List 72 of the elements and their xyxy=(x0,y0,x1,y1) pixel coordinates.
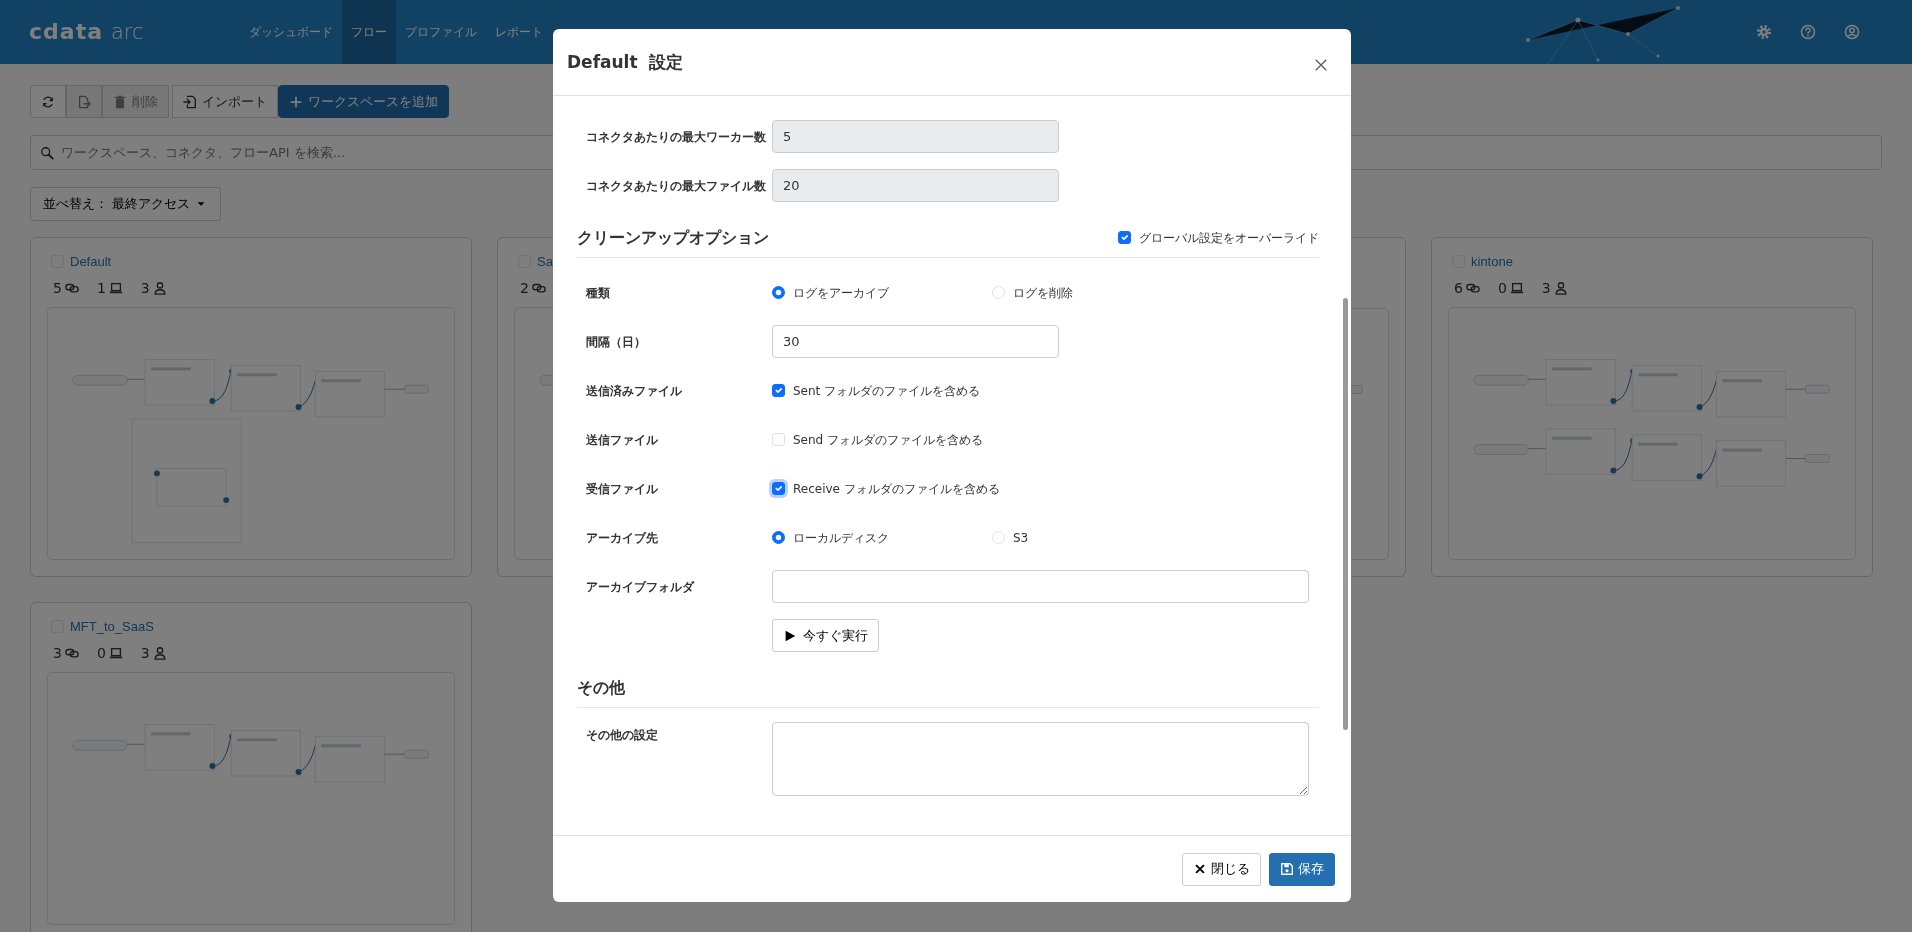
user-count: 3 xyxy=(140,643,150,663)
close-icon xyxy=(1314,57,1328,72)
input-field[interactable] xyxy=(772,570,1309,604)
input-field[interactable]: 20 xyxy=(772,169,1059,202)
field-label: 送信ファイル xyxy=(585,431,659,449)
radio-button[interactable] xyxy=(772,286,785,300)
radio-button[interactable] xyxy=(772,531,785,545)
radio-label[interactable]: S3 xyxy=(1013,528,1029,547)
section-heading: その他 xyxy=(577,678,625,698)
agent-count: 0 xyxy=(96,643,106,663)
link-icon xyxy=(531,281,546,295)
text-area[interactable] xyxy=(772,722,1309,797)
dialog-title: Default 設定 xyxy=(567,51,684,73)
trash-icon xyxy=(113,94,127,109)
agent-count: 0 xyxy=(1497,278,1507,298)
close-button[interactable]: 閉じる xyxy=(1182,852,1261,886)
user-icon xyxy=(1844,24,1860,40)
close-icon xyxy=(1193,862,1207,876)
section-heading: クリーンアップオプション xyxy=(577,228,769,248)
field-label: アーカイブ先 xyxy=(585,529,659,547)
plus-icon xyxy=(289,94,303,109)
user-count: 3 xyxy=(1541,278,1551,298)
laptop-icon xyxy=(1509,281,1524,295)
field-label: 送信済みファイル xyxy=(585,382,683,400)
link-icon xyxy=(1465,281,1480,295)
play-icon xyxy=(783,628,797,643)
refresh-button[interactable] xyxy=(30,85,66,118)
checkbox-label[interactable]: Sent フォルダのファイルを含める xyxy=(793,381,981,400)
input-field[interactable]: 5 xyxy=(772,120,1059,153)
checkbox[interactable] xyxy=(1118,231,1131,245)
radio-label[interactable]: ログを削除 xyxy=(1013,283,1073,302)
radio-label[interactable]: ローカルディスク xyxy=(793,528,889,547)
field-label: コネクタあたりの最大ファイル数 xyxy=(585,177,767,195)
field-label: 受信ファイル xyxy=(585,480,659,498)
field-label: その他の設定 xyxy=(585,727,659,745)
field-label: コネクタあたりの最大ワーカー数 xyxy=(585,128,767,146)
link-icon xyxy=(64,646,79,660)
laptop-icon xyxy=(108,281,123,295)
save-icon xyxy=(1280,862,1294,876)
user-icon xyxy=(152,281,167,295)
user-count: 3 xyxy=(140,278,150,298)
import-button[interactable]: インポート xyxy=(172,85,278,118)
laptop-icon xyxy=(108,646,123,660)
save-button[interactable]: 保存 xyxy=(1269,852,1335,886)
export-icon xyxy=(77,94,91,109)
product-name: arc xyxy=(111,19,144,47)
checkbox[interactable] xyxy=(772,384,785,398)
checkbox[interactable] xyxy=(772,482,785,496)
field-label: 間隔（日） xyxy=(585,333,647,351)
connector-count: 5 xyxy=(53,278,62,298)
settings-icon xyxy=(1756,24,1772,40)
import-icon xyxy=(183,94,197,109)
connector-count: 3 xyxy=(53,643,62,663)
refresh-icon xyxy=(41,94,55,109)
search-icon xyxy=(40,146,54,160)
link-icon xyxy=(64,281,79,295)
checkbox-label[interactable]: Send フォルダのファイルを含める xyxy=(793,430,984,449)
field-label: アーカイブフォルダ xyxy=(585,578,696,596)
connector-count: 2 xyxy=(520,278,529,298)
logo-text: cdata xyxy=(29,18,103,47)
help-icon xyxy=(1800,24,1816,40)
field-label: 種類 xyxy=(585,284,611,302)
checkbox-label[interactable]: Receive フォルダのファイルを含める xyxy=(793,479,1000,498)
user-icon xyxy=(1553,281,1568,295)
input-field[interactable]: 30 xyxy=(772,325,1059,359)
checkbox-label[interactable]: グローバル設定をオーバーライド xyxy=(1139,228,1319,247)
sort-dropdown[interactable]: 並べ替え： 最終アクセス xyxy=(30,187,222,221)
connector-count: 6 xyxy=(1454,278,1463,298)
user-icon xyxy=(152,646,167,660)
agent-count: 1 xyxy=(96,278,106,298)
radio-label[interactable]: ログをアーカイブ xyxy=(793,283,889,302)
run-now-button[interactable]: 今すぐ実行 xyxy=(772,619,879,653)
